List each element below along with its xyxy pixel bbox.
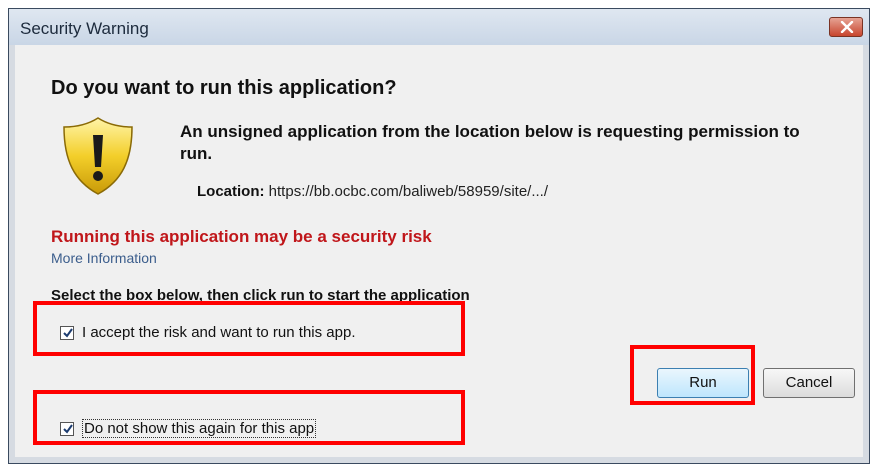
security-risk-text: Running this application may be a securi… bbox=[51, 227, 432, 246]
window-title: Security Warning bbox=[20, 19, 149, 38]
cancel-button[interactable]: Cancel bbox=[763, 368, 855, 398]
location-line: Location: https://bb.ocbc.com/baliweb/58… bbox=[197, 183, 548, 200]
more-information-link[interactable]: More Information bbox=[51, 250, 157, 266]
highlight-accept-risk bbox=[33, 301, 465, 356]
location-label: Location: bbox=[197, 183, 265, 200]
highlight-run-button bbox=[630, 345, 755, 405]
title-bar[interactable]: Security Warning bbox=[9, 9, 869, 45]
highlight-dont-show-again bbox=[33, 390, 465, 445]
warning-message: An unsigned application from the locatio… bbox=[180, 122, 800, 163]
close-button[interactable] bbox=[829, 17, 863, 37]
warning-shield-icon bbox=[63, 117, 133, 195]
close-icon bbox=[840, 21, 854, 33]
location-value: https://bb.ocbc.com/baliweb/58959/site/.… bbox=[268, 183, 548, 200]
dialog-heading: Do you want to run this application? bbox=[51, 77, 397, 99]
